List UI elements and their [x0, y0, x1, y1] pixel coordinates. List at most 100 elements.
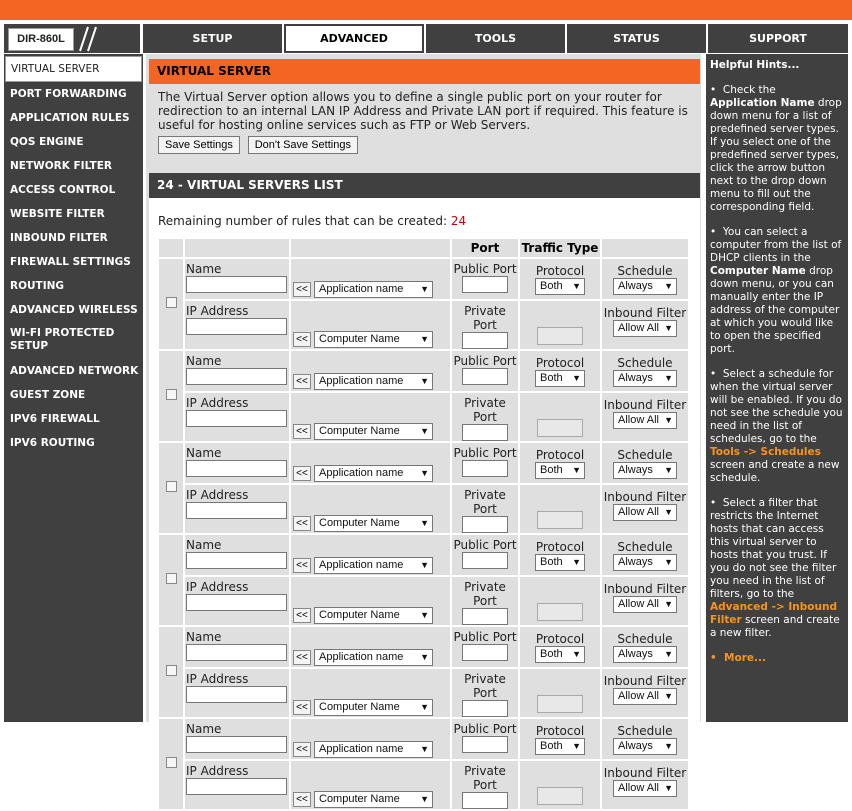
fill-computer-button[interactable]: << [293, 332, 311, 347]
sidebar-item-network-filter[interactable]: NETWORK FILTER [5, 154, 142, 178]
tab-advanced[interactable]: ADVANCED [284, 24, 424, 53]
application-name-select[interactable]: Application name ▼ [314, 373, 433, 390]
tools-schedules-link[interactable]: Tools -> Schedules [710, 446, 821, 458]
protocol-select[interactable]: Both ▼ [535, 738, 585, 755]
protocol-select[interactable]: Both ▼ [535, 370, 585, 387]
computer-name-select[interactable]: Computer Name ▼ [314, 699, 433, 716]
rule-enable-checkbox[interactable] [165, 573, 177, 584]
application-name-select[interactable]: Application name ▼ [314, 465, 433, 482]
fill-application-button[interactable]: << [293, 558, 311, 573]
tab-support[interactable]: SUPPORT [708, 24, 848, 53]
ip-address-input[interactable] [186, 778, 287, 795]
private-port-label: Private Port [464, 488, 506, 516]
tab-setup[interactable]: SETUP [143, 24, 282, 53]
fill-computer-button[interactable]: << [293, 792, 311, 807]
fill-application-button[interactable]: << [293, 742, 311, 757]
name-input[interactable] [186, 368, 287, 385]
rule-enable-checkbox[interactable] [165, 297, 177, 308]
ip-address-input[interactable] [186, 410, 287, 427]
computer-name-select[interactable]: Computer Name ▼ [314, 331, 433, 348]
sidebar-item-advanced-network[interactable]: ADVANCED NETWORK [5, 359, 142, 383]
name-input[interactable] [186, 552, 287, 569]
sidebar-item-inbound-filter[interactable]: INBOUND FILTER [5, 226, 142, 250]
sidebar-item-virtual-server[interactable]: VIRTUAL SERVER [5, 56, 142, 82]
inbound-filter-select[interactable]: Allow All ▼ [613, 780, 677, 797]
application-name-select[interactable]: Application name ▼ [314, 741, 433, 758]
public-port-input[interactable] [462, 276, 508, 293]
protocol-select[interactable]: Both ▼ [535, 278, 585, 295]
inbound-filter-select[interactable]: Allow All ▼ [613, 596, 677, 613]
private-port-input[interactable] [462, 332, 508, 349]
public-port-input[interactable] [462, 552, 508, 569]
sidebar-item-wifi-protected-setup[interactable]: WI-FI PROTECTED SETUP [5, 322, 142, 359]
private-port-input[interactable] [462, 516, 508, 533]
sidebar-item-firewall-settings[interactable]: FIREWALL SETTINGS [5, 250, 142, 274]
public-port-input[interactable] [462, 644, 508, 661]
public-port-input[interactable] [462, 736, 508, 753]
name-input[interactable] [186, 276, 287, 293]
inbound-filter-select[interactable]: Allow All ▼ [613, 320, 677, 337]
schedule-select[interactable]: Always ▼ [613, 462, 677, 479]
sidebar-item-ipv6-routing[interactable]: IPV6 ROUTING [5, 431, 142, 455]
sidebar-item-advanced-wireless[interactable]: ADVANCED WIRELESS [5, 298, 142, 322]
name-input[interactable] [186, 644, 287, 661]
schedule-select[interactable]: Always ▼ [613, 278, 677, 295]
ip-address-input[interactable] [186, 594, 287, 611]
fill-application-button[interactable]: << [293, 374, 311, 389]
rule-enable-checkbox[interactable] [165, 757, 177, 768]
tab-tools[interactable]: TOOLS [426, 24, 565, 53]
schedule-select[interactable]: Always ▼ [613, 646, 677, 663]
application-name-select[interactable]: Application name ▼ [314, 649, 433, 666]
protocol-select[interactable]: Both ▼ [535, 646, 585, 663]
private-port-input[interactable] [462, 424, 508, 441]
inbound-filter-select[interactable]: Allow All ▼ [613, 504, 677, 521]
private-port-input[interactable] [462, 608, 508, 625]
ip-address-input[interactable] [186, 502, 287, 519]
inbound-filter-select[interactable]: Allow All ▼ [613, 688, 677, 705]
ip-address-input[interactable] [186, 686, 287, 703]
computer-name-select[interactable]: Computer Name ▼ [314, 791, 433, 808]
computer-name-select[interactable]: Computer Name ▼ [314, 423, 433, 440]
name-label: Name [186, 262, 222, 276]
application-name-select[interactable]: Application name ▼ [314, 557, 433, 574]
application-name-select[interactable]: Application name ▼ [314, 281, 433, 298]
protocol-select[interactable]: Both ▼ [535, 554, 585, 571]
private-port-input[interactable] [462, 792, 508, 809]
fill-application-button[interactable]: << [293, 466, 311, 481]
schedule-select[interactable]: Always ▼ [613, 554, 677, 571]
name-input[interactable] [186, 460, 287, 477]
protocol-select[interactable]: Both ▼ [535, 462, 585, 479]
schedule-select[interactable]: Always ▼ [613, 370, 677, 387]
more-link[interactable]: More... [724, 652, 766, 664]
inbound-filter-label: Inbound Filter [603, 398, 687, 412]
ip-address-input[interactable] [186, 318, 287, 335]
fill-application-button[interactable]: << [293, 650, 311, 665]
public-port-input[interactable] [462, 460, 508, 477]
tab-status[interactable]: STATUS [567, 24, 706, 53]
rule-enable-checkbox[interactable] [165, 665, 177, 676]
sidebar-item-qos-engine[interactable]: QOS ENGINE [5, 130, 142, 154]
inbound-filter-select[interactable]: Allow All ▼ [613, 412, 677, 429]
computer-name-select[interactable]: Computer Name ▼ [314, 607, 433, 624]
fill-computer-button[interactable]: << [293, 608, 311, 623]
fill-application-button[interactable]: << [293, 282, 311, 297]
computer-name-select[interactable]: Computer Name ▼ [314, 515, 433, 532]
public-port-input[interactable] [462, 368, 508, 385]
rule-enable-checkbox[interactable] [165, 389, 177, 400]
sidebar-item-ipv6-firewall[interactable]: IPV6 FIREWALL [5, 407, 142, 431]
private-port-input[interactable] [462, 700, 508, 717]
fill-computer-button[interactable]: << [293, 700, 311, 715]
dont-save-settings-button[interactable]: Don't Save Settings [247, 136, 358, 154]
fill-computer-button[interactable]: << [293, 424, 311, 439]
sidebar-item-website-filter[interactable]: WEBSITE FILTER [5, 202, 142, 226]
name-input[interactable] [186, 736, 287, 753]
schedule-select[interactable]: Always ▼ [613, 738, 677, 755]
sidebar-item-access-control[interactable]: ACCESS CONTROL [5, 178, 142, 202]
sidebar-item-routing[interactable]: ROUTING [5, 274, 142, 298]
sidebar-item-guest-zone[interactable]: GUEST ZONE [5, 383, 142, 407]
save-settings-button[interactable]: Save Settings [158, 136, 240, 154]
sidebar-item-application-rules[interactable]: APPLICATION RULES [5, 106, 142, 130]
rule-enable-checkbox[interactable] [165, 481, 177, 492]
sidebar-item-port-forwarding[interactable]: PORT FORWARDING [5, 82, 142, 106]
fill-computer-button[interactable]: << [293, 516, 311, 531]
